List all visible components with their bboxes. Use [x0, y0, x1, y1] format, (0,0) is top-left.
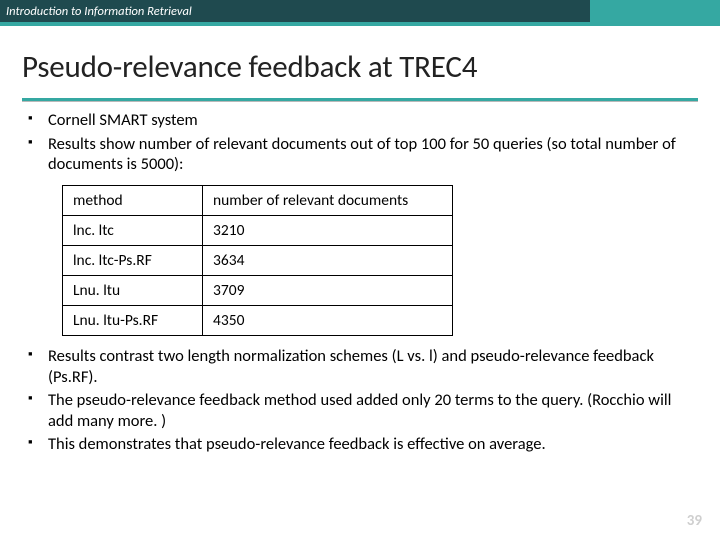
bullet-item: The pseudo-relevance feedback method use…: [22, 390, 698, 431]
course-title: Introduction to Information Retrieval: [6, 4, 192, 19]
bullet-item: Results show number of relevant document…: [22, 134, 698, 175]
table-cell: lnc. ltc: [63, 215, 203, 245]
slide: Introduction to Information Retrieval Ps…: [0, 0, 720, 540]
page-number: 39: [687, 512, 702, 530]
table-cell: 3709: [203, 275, 453, 305]
bullet-item: This demonstrates that pseudo-relevance …: [22, 434, 698, 455]
table-header-cell: number of relevant documents: [203, 185, 453, 215]
bullets-bottom: Results contrast two length normalizatio…: [22, 346, 698, 455]
table-cell: 4350: [203, 305, 453, 335]
bullets-top: Cornell SMART system Results show number…: [22, 110, 698, 175]
table-row: lnc. ltc 3210: [63, 215, 453, 245]
results-table: method number of relevant documents lnc.…: [62, 185, 453, 336]
table-cell: Lnu. ltu: [63, 275, 203, 305]
bullet-item: Results contrast two length normalizatio…: [22, 346, 698, 387]
table-row: Lnu. ltu 3709: [63, 275, 453, 305]
slide-body: Cornell SMART system Results show number…: [0, 102, 720, 455]
table-cell: 3634: [203, 245, 453, 275]
table-cell: 3210: [203, 215, 453, 245]
accent-strip: [0, 22, 720, 26]
table-header-row: method number of relevant documents: [63, 185, 453, 215]
slide-title: Pseudo-relevance feedback at TREC4: [22, 48, 698, 86]
results-table-wrap: method number of relevant documents lnc.…: [62, 185, 698, 336]
table-row: lnc. ltc-Ps.RF 3634: [63, 245, 453, 275]
bullet-item: Cornell SMART system: [22, 110, 698, 131]
table-row: Lnu. ltu-Ps.RF 4350: [63, 305, 453, 335]
table-header-cell: method: [63, 185, 203, 215]
title-wrap: Pseudo-relevance feedback at TREC4: [0, 22, 720, 94]
table-cell: lnc. ltc-Ps.RF: [63, 245, 203, 275]
table-cell: Lnu. ltu-Ps.RF: [63, 305, 203, 335]
